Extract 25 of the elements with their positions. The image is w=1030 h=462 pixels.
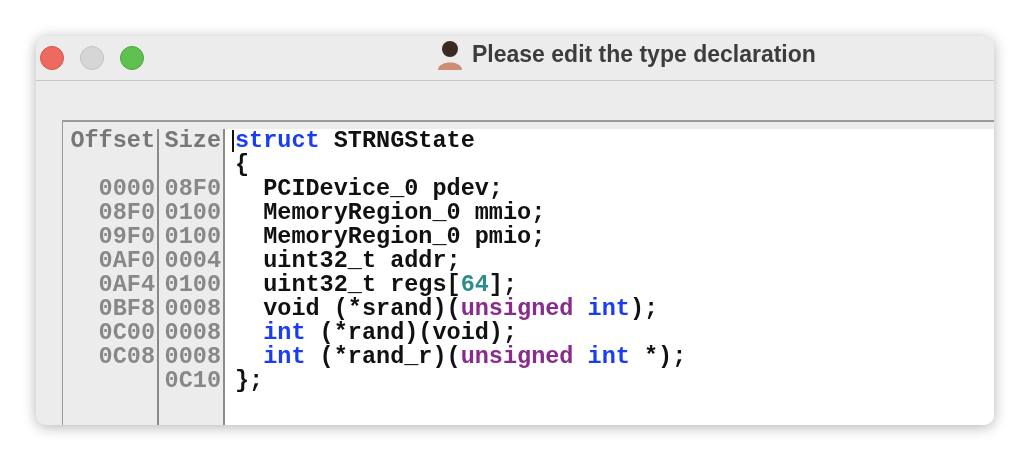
offset-value: 09F0 [98,223,155,250]
size-value: 08F0 [164,175,221,202]
close-button[interactable] [40,46,64,70]
size-value: 0100 [164,271,221,298]
offset-value: 0AF0 [98,247,155,274]
size-value: 0008 [164,319,221,346]
offset-value: 0AF4 [98,271,155,298]
window-title: Please edit the type declaration [472,40,816,68]
size-value: 0008 [164,295,221,322]
size-value: 0008 [164,343,221,370]
size-value: 0100 [164,223,221,250]
minimize-button[interactable] [80,46,104,70]
code-line[interactable]: }; [235,369,264,393]
size-value: 0100 [164,199,221,226]
offset-value: 0C08 [98,343,155,370]
offset-value: 0BF8 [98,295,155,322]
offset-value: 0C00 [98,319,155,346]
size-value: 0004 [164,247,221,274]
zoom-button[interactable] [120,46,144,70]
offset-value: 08F0 [98,199,155,226]
column-header: Offset [70,127,155,154]
column-header: Size [164,127,221,154]
offset-value: 0000 [98,175,155,202]
size-value: 0C10 [164,367,221,394]
code-line[interactable]: { [235,153,250,177]
